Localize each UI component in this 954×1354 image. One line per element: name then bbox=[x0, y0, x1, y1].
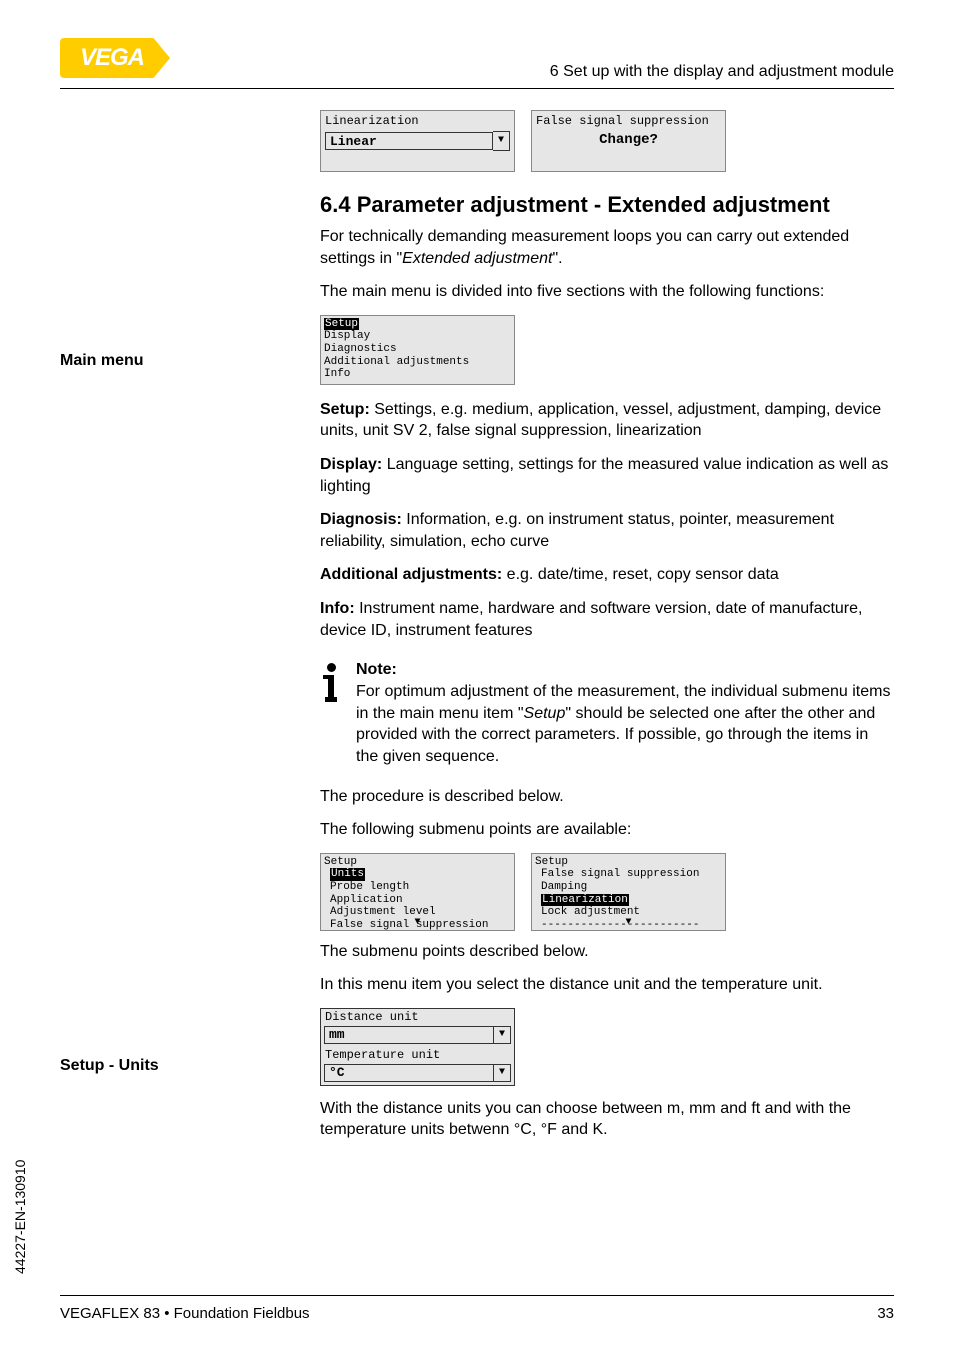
header-chapter-title: 6 Set up with the display and adjustment… bbox=[550, 63, 894, 81]
page-number: 33 bbox=[877, 1305, 894, 1322]
item-probe-length[interactable]: Probe length bbox=[324, 881, 511, 894]
info-desc: Info: Instrument name, hardware and soft… bbox=[320, 598, 894, 641]
item-false-signal[interactable]: False signal suppression bbox=[535, 868, 722, 881]
item-linearization[interactable]: Linearization bbox=[541, 894, 629, 907]
display-desc: Display: Language setting, settings for … bbox=[320, 454, 894, 497]
menu-display[interactable]: Display bbox=[324, 330, 511, 343]
chevron-down-icon[interactable]: ▼ bbox=[493, 131, 510, 151]
side-label-setup-units: Setup - Units bbox=[60, 1057, 260, 1075]
menu-additional[interactable]: Additional adjustments bbox=[324, 356, 511, 369]
distance-unit-value[interactable]: mm bbox=[325, 1027, 493, 1042]
chevron-down-icon[interactable]: ▼ bbox=[493, 1027, 510, 1043]
menu-diagnostics[interactable]: Diagnostics bbox=[324, 343, 511, 356]
note-label: Note: bbox=[356, 661, 894, 679]
side-label-main-menu: Main menu bbox=[60, 352, 260, 370]
setup-units-text: In this menu item you select the distanc… bbox=[320, 974, 894, 996]
addadj-desc: Additional adjustments: e.g. date/time, … bbox=[320, 564, 894, 586]
units-explain: With the distance units you can choose b… bbox=[320, 1098, 894, 1141]
item-units[interactable]: Units bbox=[330, 868, 365, 881]
main-menu-text: The main menu is divided into five secti… bbox=[320, 281, 894, 303]
submenu-below: The submenu points described below. bbox=[320, 941, 894, 963]
lcd-main-menu: Setup Display Diagnostics Additional adj… bbox=[320, 315, 515, 385]
lcd-setup-b: Setup False signal suppression Damping L… bbox=[531, 853, 726, 931]
chevron-down-icon[interactable]: ▼ bbox=[625, 917, 631, 929]
lcd-linearization: Linearization Linear ▼ bbox=[320, 110, 515, 172]
linearization-value[interactable]: Linear bbox=[325, 132, 493, 150]
section-heading: 6.4 Parameter adjustment - Extended adju… bbox=[320, 192, 894, 218]
header-divider bbox=[60, 88, 894, 89]
lcd-title: False signal suppression bbox=[536, 114, 721, 128]
change-prompt[interactable]: Change? bbox=[536, 132, 721, 149]
procedure-text: The procedure is described below. bbox=[320, 786, 894, 808]
menu-info[interactable]: Info bbox=[324, 368, 511, 381]
lcd-setup-a: Setup Units Probe length Application Adj… bbox=[320, 853, 515, 931]
note-text: For optimum adjustment of the measuremen… bbox=[356, 681, 894, 767]
footer-product: VEGAFLEX 83 • Foundation Fieldbus bbox=[60, 1305, 310, 1322]
setup-desc: Setup: Settings, e.g. medium, applicatio… bbox=[320, 399, 894, 442]
box-title: Setup bbox=[324, 856, 511, 869]
submenu-intro: The following submenu points are availab… bbox=[320, 819, 894, 841]
temperature-unit-label: Temperature unit bbox=[321, 1047, 514, 1063]
doc-id: 44227-EN-130910 bbox=[12, 1160, 28, 1274]
section-intro: For technically demanding measurement lo… bbox=[320, 226, 894, 269]
box-title: Setup bbox=[535, 856, 722, 869]
lcd-units: Distance unit mm ▼ Temperature unit °C ▼ bbox=[320, 1008, 515, 1086]
item-damping[interactable]: Damping bbox=[535, 881, 722, 894]
item-application[interactable]: Application bbox=[324, 894, 511, 907]
temperature-unit-value[interactable]: °C bbox=[325, 1065, 493, 1080]
info-icon bbox=[320, 663, 342, 779]
menu-setup[interactable]: Setup bbox=[324, 318, 359, 331]
brand-text: VEGA bbox=[80, 44, 144, 72]
lcd-false-signal: False signal suppression Change? bbox=[531, 110, 726, 172]
chevron-down-icon[interactable]: ▼ bbox=[414, 917, 420, 929]
brand-logo: VEGA bbox=[60, 38, 170, 78]
diagnosis-desc: Diagnosis: Information, e.g. on instrume… bbox=[320, 509, 894, 552]
lcd-title: Linearization bbox=[325, 114, 510, 128]
chevron-down-icon[interactable]: ▼ bbox=[493, 1065, 510, 1081]
distance-unit-label: Distance unit bbox=[321, 1009, 514, 1025]
footer-divider bbox=[60, 1295, 894, 1296]
